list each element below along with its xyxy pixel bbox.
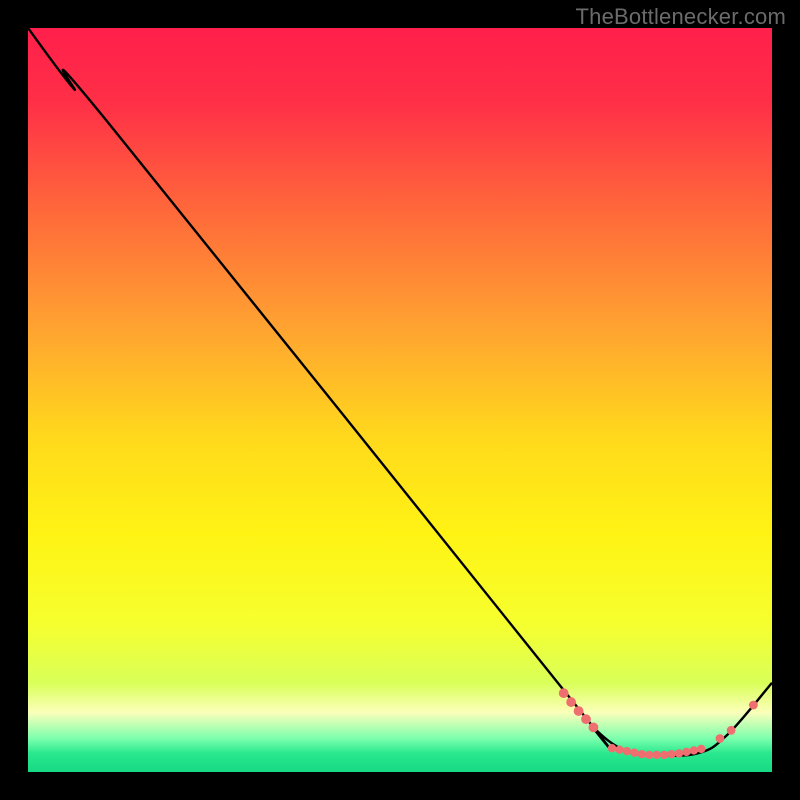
curve-marker (574, 707, 583, 716)
chart-svg (28, 28, 772, 772)
curve-marker (653, 751, 660, 758)
curve-marker (698, 745, 705, 752)
curve-marker (690, 747, 697, 754)
watermark-label: TheBottlenecker.com (576, 4, 786, 30)
curve-marker (638, 750, 645, 757)
gradient-background (28, 28, 772, 772)
curve-marker (582, 715, 591, 724)
chart-plot (28, 28, 772, 772)
chart-frame: TheBottlenecker.com (0, 0, 800, 800)
curve-marker (750, 701, 758, 709)
curve-marker (616, 746, 623, 753)
curve-marker (559, 689, 568, 698)
curve-marker (567, 698, 576, 707)
curve-marker (646, 751, 653, 758)
curve-marker (623, 747, 630, 754)
curve-marker (631, 749, 638, 756)
curve-marker (675, 750, 682, 757)
curve-marker (683, 748, 690, 755)
curve-marker (727, 726, 735, 734)
curve-marker (668, 750, 675, 757)
curve-marker (716, 735, 724, 743)
curve-marker (608, 744, 615, 751)
curve-marker (589, 723, 598, 732)
curve-marker (660, 751, 667, 758)
